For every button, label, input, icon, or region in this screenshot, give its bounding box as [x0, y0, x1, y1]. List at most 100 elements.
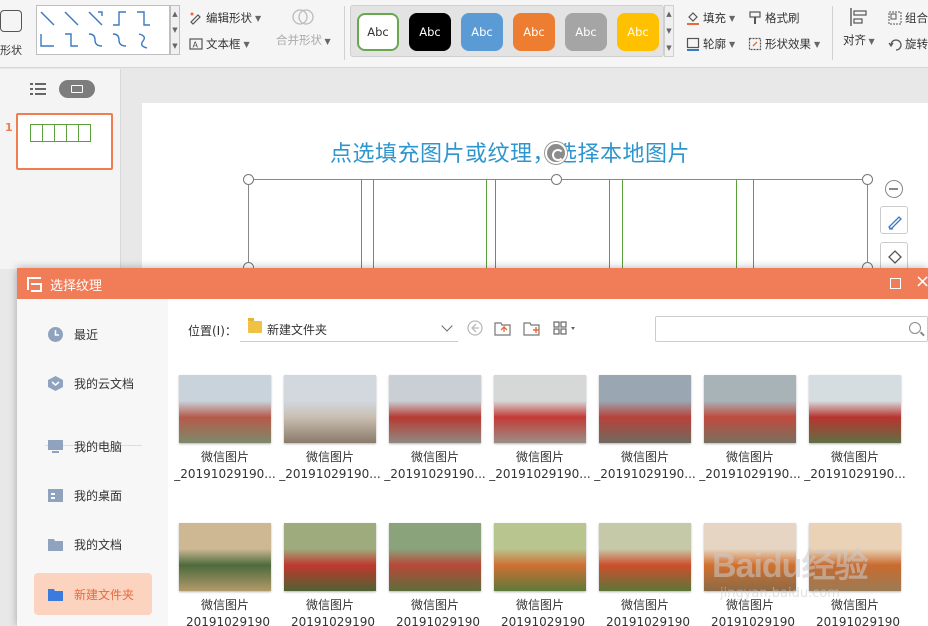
connector-lines-icon [40, 11, 150, 49]
dialog-title: 选择纹理 [50, 279, 103, 294]
table-shape[interactable] [248, 179, 868, 280]
file-name[interactable]: 微信图片 _20191029190... [278, 449, 382, 483]
file-name[interactable]: 微信图片 _20191029190 [698, 597, 802, 626]
file-thumbnail[interactable] [284, 375, 376, 443]
sidebar-item-desktop[interactable]: 我的桌面 [34, 474, 152, 516]
slide-title[interactable]: 点选填充图片或纹理，选择本地图片 [330, 136, 690, 168]
outline-label: 轮廓 [703, 37, 726, 51]
file-name-line2: _20191029190 [390, 615, 480, 626]
file-name-line1: 微信图片 [305, 598, 354, 612]
slide-view-icon [71, 85, 83, 93]
connector-gallery-scroll[interactable]: ▲ ▼ ▼ [170, 5, 180, 55]
outline-button[interactable]: 轮廓 ▼ [686, 36, 735, 52]
new-folder-icon[interactable] [523, 319, 541, 337]
maximize-icon[interactable] [890, 278, 901, 289]
fill-button[interactable]: 填充 ▼ [686, 10, 735, 26]
file-thumbnail[interactable] [179, 375, 271, 443]
file-thumbnail[interactable] [494, 523, 586, 591]
file-name-line1: 微信图片 [200, 450, 249, 464]
style-swatch-5[interactable]: Abc [565, 13, 607, 51]
style-swatch-1[interactable]: Abc [357, 13, 399, 51]
rotate-button[interactable]: 旋转 [888, 36, 928, 52]
file-name[interactable]: 微信图片 _20191029190 [173, 597, 277, 626]
edit-shape-button[interactable]: 编辑形状 ▼ [189, 10, 261, 26]
scroll-up-icon: ▲ [666, 10, 672, 18]
group-button[interactable]: 组合 [888, 10, 928, 26]
fill-tool-button[interactable] [880, 242, 908, 270]
style-swatch-2[interactable]: Abc [409, 13, 451, 51]
rotate-handle-icon[interactable] [545, 142, 567, 164]
style-swatch-4[interactable]: Abc [513, 13, 555, 51]
file-name[interactable]: 微信图片 _20191029190... [488, 449, 592, 483]
file-name-line1: 微信图片 [830, 598, 879, 612]
outline-view-icon[interactable] [30, 83, 46, 95]
wps-logo-icon [27, 277, 42, 292]
file-name[interactable]: 微信图片 _20191029190... [698, 449, 802, 483]
file-name[interactable]: 微信图片 _20191029190 [593, 597, 697, 626]
search-input[interactable] [655, 316, 928, 342]
file-thumbnail[interactable] [809, 375, 901, 443]
shape-effect-button[interactable]: 形状效果 ▼ [748, 36, 820, 52]
resize-handle[interactable] [862, 174, 873, 185]
shape-button[interactable]: 形状 [0, 4, 28, 60]
group-icon [888, 11, 902, 25]
file-thumbnail[interactable] [599, 375, 691, 443]
file-name[interactable]: 微信图片 _20191029190... [383, 449, 487, 483]
file-thumbnail[interactable] [494, 375, 586, 443]
back-icon[interactable] [466, 319, 484, 337]
style-gallery-scroll[interactable]: ▲ ▼ ▼ [664, 5, 674, 57]
resize-handle[interactable] [551, 174, 562, 185]
location-dropdown[interactable]: 新建文件夹 [240, 314, 458, 342]
style-swatch-6[interactable]: Abc [617, 13, 659, 51]
collapse-icon[interactable] [885, 180, 903, 198]
file-name-line1: 微信图片 [725, 450, 774, 464]
thumbnail-table [30, 124, 91, 142]
file-name[interactable]: 微信图片 _20191029190 [383, 597, 487, 626]
slide-thumbnail[interactable] [16, 113, 113, 170]
up-folder-icon[interactable] [494, 319, 512, 337]
file-thumbnail[interactable] [389, 523, 481, 591]
sidebar-item-cloud-docs[interactable]: 我的云文档 [34, 362, 152, 404]
file-name[interactable]: 微信图片 _20191029190 [278, 597, 382, 626]
sidebar-item-recent[interactable]: 最近 [34, 313, 152, 355]
text-box-icon: A [189, 37, 203, 51]
file-thumbnail[interactable] [179, 523, 271, 591]
folder-icon [248, 318, 262, 333]
sidebar-item-my-documents[interactable]: 我的文档 [34, 523, 152, 565]
format-painter-button[interactable]: 格式刷 [748, 10, 800, 26]
align-icon [848, 6, 870, 28]
style-swatch-3[interactable]: Abc [461, 13, 503, 51]
file-thumbnail[interactable] [704, 375, 796, 443]
file-name[interactable]: 微信图片 _20191029190 [803, 597, 907, 626]
fill-label: 填充 [703, 11, 726, 25]
edit-shape-label: 编辑形状 [206, 11, 252, 25]
sidebar-item-my-computer[interactable]: 我的电脑 [34, 425, 152, 467]
view-mode-icon[interactable] [553, 319, 579, 337]
close-icon[interactable]: × [915, 272, 928, 292]
search-icon[interactable] [909, 322, 921, 334]
align-button[interactable]: 对齐 ▼ [843, 6, 875, 48]
file-thumbnail[interactable] [599, 523, 691, 591]
shape-style-gallery: Abc Abc Abc Abc Abc Abc [350, 5, 664, 57]
file-thumbnail[interactable] [389, 375, 481, 443]
file-name[interactable]: 微信图片 _20191029190... [173, 449, 277, 483]
file-name[interactable]: 微信图片 _20191029190... [803, 449, 907, 483]
dialog-titlebar[interactable]: 选择纹理 × [17, 268, 928, 299]
file-name-line2: _20191029190 [180, 615, 270, 626]
text-box-button[interactable]: A 文本框 ▼ [189, 36, 250, 52]
file-thumbnail[interactable] [704, 523, 796, 591]
resize-handle[interactable] [243, 174, 254, 185]
rotate-icon [888, 37, 902, 51]
slide-view-toggle[interactable] [59, 80, 95, 98]
sidebar-item-new-folder[interactable]: 新建文件夹 [34, 573, 152, 615]
file-name-line2: _20191029190 [600, 615, 690, 626]
ribbon-divider [832, 6, 833, 60]
file-thumbnail[interactable] [809, 523, 901, 591]
clock-icon [48, 326, 63, 342]
file-name[interactable]: 微信图片 _20191029190 [488, 597, 592, 626]
connector-gallery[interactable] [36, 5, 170, 55]
pen-tool-button[interactable] [880, 206, 908, 234]
file-thumbnail[interactable] [284, 523, 376, 591]
file-name[interactable]: 微信图片 _20191029190... [593, 449, 697, 483]
merge-shape-button[interactable]: 合并形状 ▼ [276, 6, 331, 48]
